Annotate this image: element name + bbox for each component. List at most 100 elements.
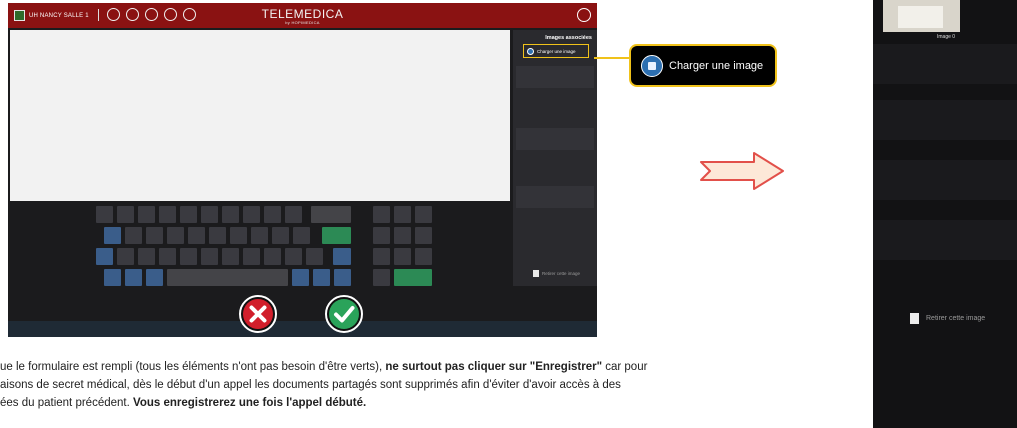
text-run: ées du patient précédent. [0,397,133,409]
image-thumbnail[interactable] [883,0,960,32]
return-key[interactable] [322,227,351,244]
key[interactable] [293,227,310,244]
key[interactable] [146,227,163,244]
key[interactable] [251,227,268,244]
key[interactable] [96,206,113,223]
key[interactable] [394,206,411,223]
app-screenshot: UH NANCY SALLE 1 TELEMEDICA by HOPIMEDIC… [8,3,597,337]
key[interactable] [373,206,390,223]
key[interactable] [243,206,260,223]
key[interactable] [222,248,239,265]
key[interactable] [243,248,260,265]
key[interactable] [180,206,197,223]
space-key[interactable] [167,269,288,286]
brand-sub: by HOPIMEDICA [285,20,320,25]
remove-image-button[interactable]: Retirer cette image [533,270,580,277]
key[interactable] [285,248,302,265]
key[interactable] [201,206,218,223]
panel-band [873,220,1017,260]
side-panel-title: Images associées [545,35,592,41]
key[interactable] [201,248,218,265]
load-image-button[interactable]: Charger une image [523,44,589,58]
document-icon [910,313,919,324]
key[interactable] [272,227,289,244]
image-icon [641,54,663,77]
text-run: aisons de secret médical, dès le début d… [0,379,621,391]
key[interactable] [415,227,432,244]
alt-key[interactable] [146,269,163,286]
key[interactable] [167,227,184,244]
paragraph-line: ées du patient précédent. Vous enregistr… [0,394,860,412]
key[interactable] [222,206,239,223]
shift-key[interactable] [96,248,113,265]
key[interactable] [415,248,432,265]
callout-connector [594,57,630,59]
text-run: ue le formulaire est rempli (tous les él… [0,361,386,373]
paragraph-line: aisons de secret médical, dès le début d… [0,376,860,394]
ctrl-key[interactable] [104,269,121,286]
key[interactable] [104,227,121,244]
text-run: car pour [602,361,648,373]
remove-image-button[interactable]: Retirer cette image [910,313,985,324]
key[interactable] [117,206,134,223]
brand-logo: TELEMEDICA by HOPIMEDICA [8,7,597,25]
key[interactable] [264,206,281,223]
image-caption: Image 0 [937,34,956,40]
warning-text: ne surtout pas cliquer sur "Enregistrer" [385,361,603,373]
bottom-bar [8,321,597,337]
help-icon[interactable] [577,8,591,22]
text-area[interactable] [10,30,510,201]
top-bar: UH NANCY SALLE 1 TELEMEDICA by HOPIMEDIC… [8,3,597,28]
key[interactable] [373,248,390,265]
panel-band [873,44,1017,84]
right-key[interactable] [334,269,351,286]
shift-key[interactable] [333,248,351,265]
remove-image-label: Retirer cette image [926,315,986,322]
key[interactable] [188,227,205,244]
key[interactable] [394,227,411,244]
right-panel: Image 0 Retirer cette image [873,0,1017,428]
load-image-callout: Charger une image [629,44,777,87]
image-slot [516,66,594,88]
emphasis-text: Vous enregistrerez une fois l'appel débu… [133,397,367,409]
key[interactable] [180,248,197,265]
load-image-label: Charger une image [537,48,576,54]
key[interactable] [117,248,134,265]
callout-label: Charger une image [669,59,764,72]
key[interactable] [415,206,432,223]
panel-band [873,100,1017,140]
remove-image-label: Retirer cette image [542,271,581,276]
alt-key[interactable] [292,269,309,286]
panel-band [873,160,1017,200]
delete-key[interactable] [311,206,351,223]
document-icon [533,270,539,277]
confirm-button[interactable] [325,295,363,333]
cancel-icon [243,299,273,329]
image-icon [527,47,534,55]
key[interactable] [230,227,247,244]
cancel-button[interactable] [239,295,277,333]
key[interactable] [306,248,323,265]
key[interactable] [138,248,155,265]
key[interactable] [159,248,176,265]
key[interactable] [285,206,302,223]
enter-key[interactable] [394,269,432,286]
key[interactable] [264,248,281,265]
altgr-key[interactable] [125,269,142,286]
key[interactable] [209,227,226,244]
instruction-paragraph: ue le formulaire est rempli (tous les él… [0,358,860,412]
brand-name: TELEMEDICA [261,7,344,21]
associated-images-panel: Images associées Charger une image Retir… [513,30,597,286]
right-arrow-icon [700,152,784,190]
image-slot [516,128,594,150]
key[interactable] [394,248,411,265]
check-icon [329,299,359,329]
left-key[interactable] [313,269,330,286]
key[interactable] [159,206,176,223]
image-slot [516,186,594,208]
key[interactable] [138,206,155,223]
key[interactable] [373,269,390,286]
paragraph-line: ue le formulaire est rempli (tous les él… [0,358,860,376]
key[interactable] [125,227,142,244]
key[interactable] [373,227,390,244]
